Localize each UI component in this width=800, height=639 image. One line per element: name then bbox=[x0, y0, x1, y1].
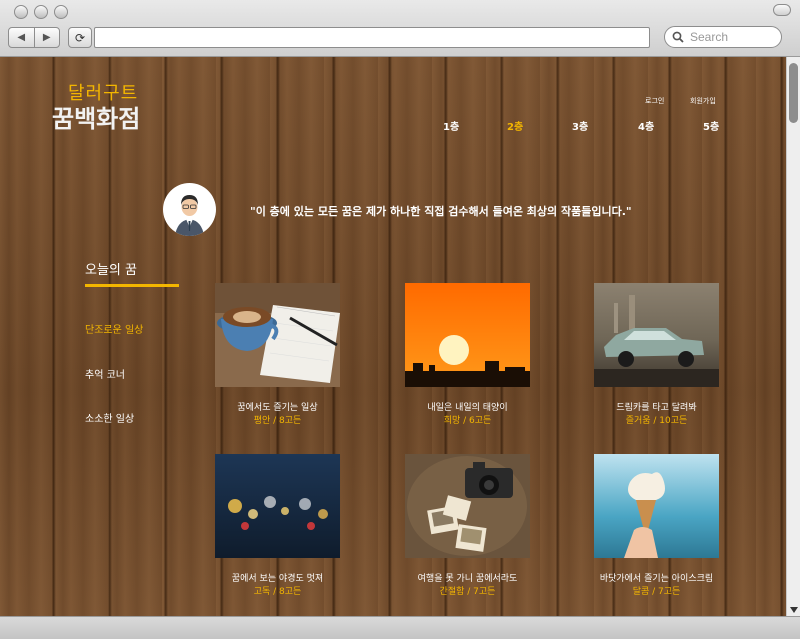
night-view-image bbox=[215, 454, 340, 558]
card-title: 여행을 못 가니 꿈에서라도 bbox=[417, 574, 518, 584]
card-title: 꿈에서도 즐기는 일상 bbox=[237, 403, 318, 413]
product-card[interactable]: 내일은 내일의 태양이 희망 / 6고든 bbox=[405, 283, 530, 426]
search-icon bbox=[671, 30, 685, 44]
card-meta: 달콤 / 7고든 bbox=[632, 587, 681, 597]
vertical-scrollbar[interactable] bbox=[786, 57, 800, 616]
product-card[interactable]: 여행을 못 가니 꿈에서라도 간절함 / 7고든 bbox=[405, 454, 530, 597]
card-title: 꿈에서 보는 야경도 멋져 bbox=[231, 574, 324, 584]
ice-cream-image bbox=[594, 454, 719, 558]
page-viewport: 달러구트 꿈백화점 로그인 회원가입 1층 2층 3층 4층 5층 "이 층에 … bbox=[0, 57, 786, 616]
sidebar-divider bbox=[85, 284, 179, 287]
floor-3-link[interactable]: 3층 bbox=[572, 118, 588, 133]
product-card[interactable]: 바닷가에서 즐기는 아이스크림 달콤 / 7고든 bbox=[594, 454, 719, 597]
card-meta: 희망 / 6고든 bbox=[443, 416, 492, 426]
card-title: 내일은 내일의 태양이 bbox=[427, 403, 508, 413]
address-bar[interactable] bbox=[94, 27, 650, 48]
signup-link[interactable]: 회원가입 bbox=[690, 96, 716, 106]
product-card[interactable]: 꿈에서 보는 야경도 멋져 고독 / 8고든 bbox=[215, 454, 340, 597]
floor-2-link[interactable]: 2층 bbox=[507, 118, 523, 133]
host-avatar bbox=[163, 183, 216, 236]
floor-5-link[interactable]: 5층 bbox=[703, 118, 719, 133]
product-card[interactable]: 꿈에서도 즐기는 일상 평안 / 8고든 bbox=[215, 283, 340, 426]
back-button[interactable]: ◀ bbox=[9, 28, 35, 47]
toy-car-image bbox=[594, 283, 719, 387]
floor-4-link[interactable]: 4층 bbox=[638, 118, 654, 133]
login-link[interactable]: 로그인 bbox=[645, 96, 664, 106]
product-card[interactable]: 드림카를 타고 달려봐 즐거움 / 10고든 bbox=[594, 283, 719, 426]
search-input[interactable]: Search bbox=[664, 26, 782, 48]
sidebar-item-routine[interactable]: 단조로운 일상 bbox=[85, 321, 143, 336]
scroll-down-arrow-icon[interactable] bbox=[790, 607, 798, 613]
logo-bottom-text: 꿈백화점 bbox=[52, 104, 141, 133]
card-meta: 즐거움 / 10고든 bbox=[625, 416, 688, 426]
reload-button[interactable]: ⟳ bbox=[68, 27, 92, 48]
status-bar bbox=[0, 616, 800, 639]
sunset-image bbox=[405, 283, 530, 387]
minimize-window-button[interactable] bbox=[34, 5, 48, 19]
coffee-image bbox=[215, 283, 340, 387]
sidebar-item-memories[interactable]: 추억 코너 bbox=[85, 366, 125, 381]
scrollbar-thumb[interactable] bbox=[789, 63, 798, 123]
maximize-window-button[interactable] bbox=[54, 5, 68, 19]
sidebar-item-small-daily[interactable]: 소소한 일상 bbox=[85, 410, 134, 425]
toolbar-toggle-button[interactable] bbox=[773, 4, 791, 16]
camera-photos-image bbox=[405, 454, 530, 558]
card-meta: 간절함 / 7고든 bbox=[439, 587, 496, 597]
forward-button[interactable]: ▶ bbox=[35, 28, 60, 47]
floor-1-link[interactable]: 1층 bbox=[443, 118, 459, 133]
card-meta: 평안 / 8고든 bbox=[253, 416, 302, 426]
host-quote: "이 층에 있는 모든 꿈은 제가 하나한 직접 검수해서 들여온 최상의 작품… bbox=[250, 205, 632, 218]
sidebar-title: 오늘의 꿈 bbox=[85, 263, 137, 278]
browser-toolbar: ◀ ▶ ⟳ Search bbox=[0, 0, 800, 57]
search-placeholder: Search bbox=[690, 30, 729, 44]
history-nav: ◀ ▶ bbox=[8, 27, 60, 48]
site-logo[interactable]: 달러구트 꿈백화점 bbox=[50, 77, 160, 137]
card-title: 바닷가에서 즐기는 아이스크림 bbox=[599, 574, 714, 584]
card-meta: 고독 / 8고든 bbox=[253, 587, 302, 597]
close-window-button[interactable] bbox=[14, 5, 28, 19]
card-title: 드림카를 타고 달려봐 bbox=[616, 403, 697, 413]
